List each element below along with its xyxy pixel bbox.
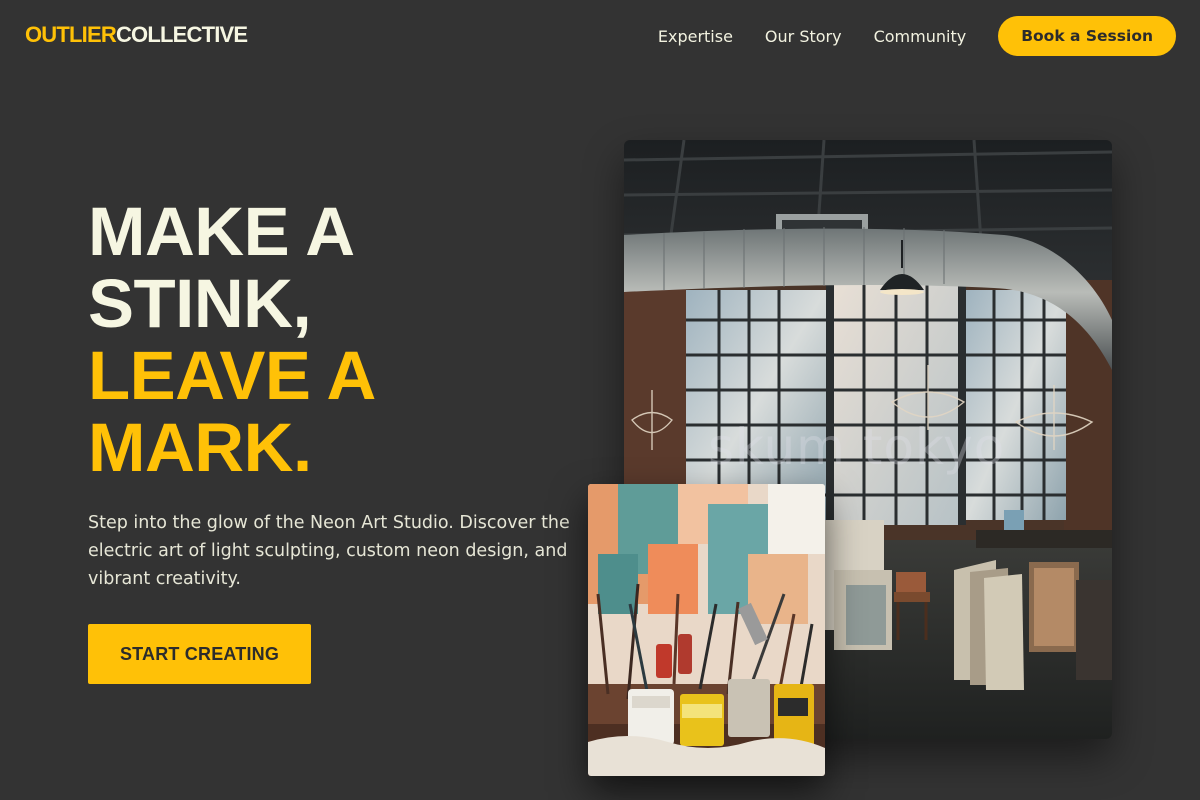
book-session-button[interactable]: Book a Session <box>998 16 1176 56</box>
logo-text-primary: OUTLIER <box>25 22 117 47</box>
paint-supplies-image <box>588 484 825 776</box>
hero-title-line-4: MARK. <box>88 409 312 486</box>
hero-title-line-3: LEAVE A <box>88 337 376 414</box>
nav-link-our-story[interactable]: Our Story <box>765 27 842 46</box>
hero-title: MAKE A STINK, LEAVE A MARK. <box>88 196 376 484</box>
main-nav: Expertise Our Story Community Book a Ses… <box>658 16 1176 56</box>
hero-title-line-2: STINK, <box>88 265 312 342</box>
nav-link-expertise[interactable]: Expertise <box>658 27 733 46</box>
start-creating-button[interactable]: START CREATING <box>88 624 311 684</box>
paint-supplies-illustration <box>588 484 825 776</box>
image-watermark: skum tokyo <box>708 418 1006 476</box>
nav-link-community[interactable]: Community <box>874 27 967 46</box>
site-header: OUTLIERCOLLECTIVE Expertise Our Story Co… <box>0 0 1200 72</box>
logo-text-secondary: COLLECTIVE <box>115 22 248 47</box>
hero-subtitle: Step into the glow of the Neon Art Studi… <box>88 513 570 589</box>
hero-title-line-1: MAKE A <box>88 193 355 270</box>
logo[interactable]: OUTLIERCOLLECTIVE <box>25 22 248 48</box>
